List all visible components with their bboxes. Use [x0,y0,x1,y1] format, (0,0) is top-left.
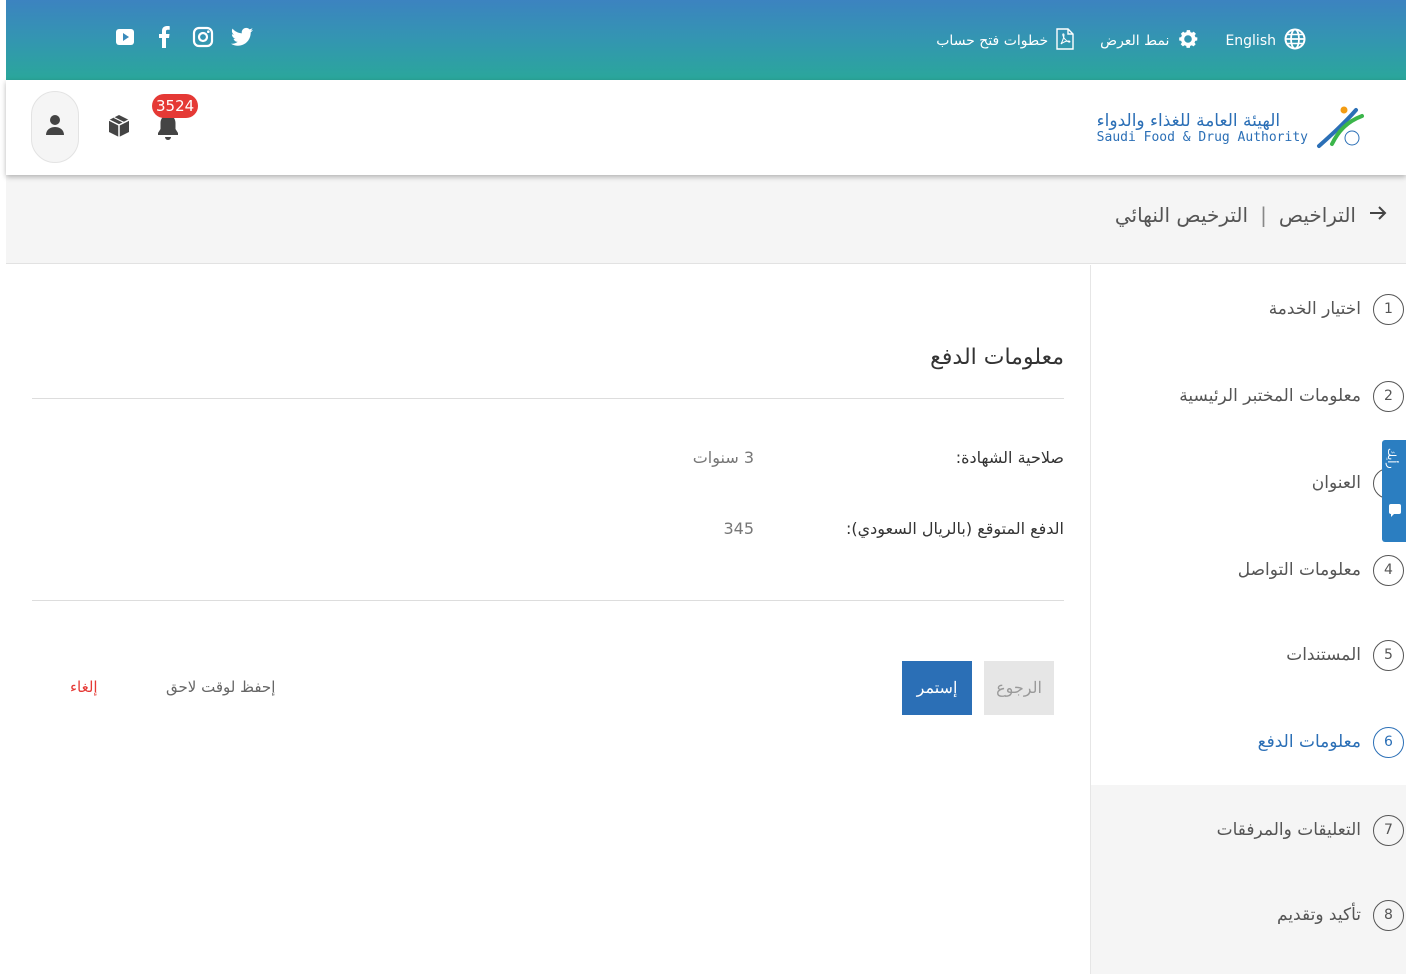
step-service-selection[interactable]: 1 اختيار الخدمة [1269,289,1406,329]
steps-sidebar: 1 اختيار الخدمة 2 معلومات المختبر الرئيس… [1090,265,1406,974]
breadcrumb-item-licenses[interactable]: التراخيص [1279,203,1356,227]
step-label: معلومات الدفع [1257,732,1361,752]
step-number: 2 [1373,380,1404,412]
box-icon[interactable] [106,113,132,143]
feedback-label: رأيك [1385,448,1398,469]
globe-icon [1284,28,1306,54]
back-button[interactable]: الرجوع [984,661,1054,715]
notification-badge: 3524 [152,94,199,118]
step-number: 5 [1373,639,1404,671]
step-comments-attachments[interactable]: 7 التعليقات والمرفقات [1217,810,1406,850]
user-avatar[interactable] [31,91,79,163]
field-value: 3 سنوات [692,448,754,467]
sfda-logo-icon [1316,102,1366,156]
step-number: 1 [1373,293,1404,325]
step-label: التعليقات والمرفقات [1216,820,1361,840]
top-bar: English نمط العرض خطوات فتح حساب [6,0,1406,80]
step-main-lab-info[interactable]: 2 معلومات المختبر الرئيسية [1179,376,1406,416]
section-title: معلومات الدفع [930,345,1064,370]
step-number: 7 [1373,814,1404,846]
field-label: صلاحية الشهادة: [955,448,1064,467]
language-label: English [1225,33,1276,49]
step-confirm-submit[interactable]: 8 تأكيد وتقديم [1277,895,1406,935]
language-switch[interactable]: English [1225,28,1306,54]
breadcrumb-bar: التراخيص | الترخيص النهائي [6,175,1406,264]
logo-arabic: الهيئة العامة للغذاء والدواء [1096,110,1281,131]
pdf-icon [1056,28,1074,54]
step-label: تأكيد وتقديم [1277,905,1361,925]
step-label: العنوان [1311,473,1361,493]
certificate-validity-row: صلاحية الشهادة: 3 سنوات [32,448,1064,478]
header: الهيئة العامة للغذاء والدواء Saudi Food … [6,80,1406,175]
step-label: المستندات [1286,645,1361,665]
divider [32,398,1064,399]
top-links: English نمط العرض خطوات فتح حساب [936,23,1306,59]
step-label: اختيار الخدمة [1268,299,1361,319]
divider [32,600,1064,601]
step-payment-info[interactable]: 6 معلومات الدفع [1258,722,1406,762]
instagram-icon[interactable] [192,26,214,48]
youtube-icon[interactable] [114,26,136,48]
expected-payment-row: الدفع المتوقع (بالريال السعودي): 345 [32,519,1064,549]
account-steps-link[interactable]: خطوات فتح حساب [936,28,1074,54]
step-label: معلومات المختبر الرئيسية [1179,386,1361,406]
feedback-tab[interactable]: رأيك [1382,440,1406,542]
step-documents[interactable]: 5 المستندات [1286,635,1406,675]
breadcrumb-separator: | [1260,203,1267,227]
step-number: 8 [1373,899,1404,931]
step-contact-info[interactable]: 4 معلومات التواصل [1238,550,1406,590]
step-number: 4 [1373,554,1404,586]
display-mode-label: نمط العرض [1100,33,1170,49]
logo-text: الهيئة العامة للغذاء والدواء Saudi Food … [1096,110,1308,146]
breadcrumb: التراخيص | الترخيص النهائي [1115,203,1388,227]
user-icon [45,114,65,140]
twitter-icon[interactable] [231,26,253,48]
logo-english: Saudi Food & Drug Authority [1096,130,1308,146]
breadcrumb-item-final-license: الترخيص النهائي [1114,203,1249,227]
save-later-link[interactable]: إحفظ لوقت لاحق [166,678,275,696]
facebook-icon[interactable] [153,26,175,48]
continue-button[interactable]: إستمر [902,661,972,715]
field-label: الدفع المتوقع (بالريال السعودي): [845,519,1064,538]
cancel-link[interactable]: إلغاء [70,678,98,696]
main-content: معلومات الدفع صلاحية الشهادة: 3 سنوات ال… [32,265,1064,974]
field-value: 345 [723,519,754,538]
chat-icon [1388,502,1402,521]
step-number: 6 [1373,726,1404,758]
back-arrow-icon[interactable] [1368,203,1388,227]
sfda-logo[interactable]: الهيئة العامة للغذاء والدواء Saudi Food … [1097,102,1366,156]
step-label: معلومات التواصل [1237,560,1361,580]
account-steps-label: خطوات فتح حساب [936,33,1049,49]
gear-icon [1177,28,1199,54]
display-mode-link[interactable]: نمط العرض [1100,28,1199,54]
social-links [114,26,253,48]
